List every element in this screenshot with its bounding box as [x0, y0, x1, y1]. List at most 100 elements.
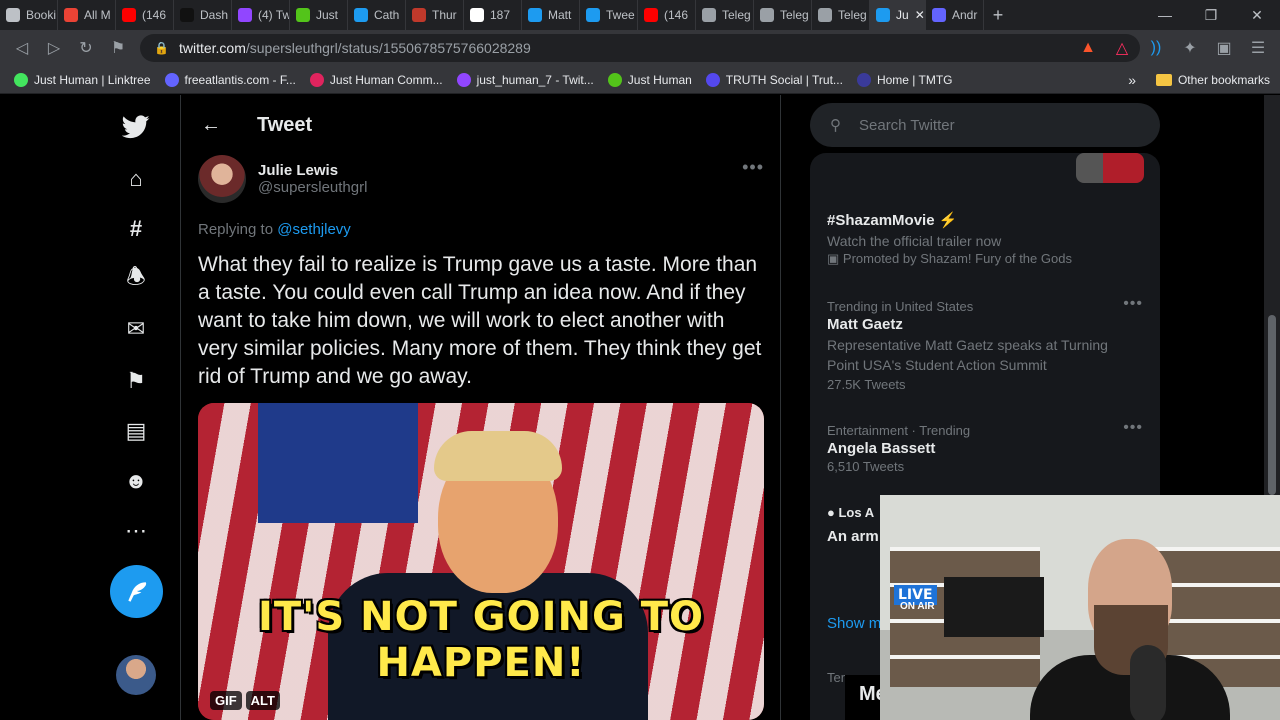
tab-favicon-icon: [932, 8, 946, 22]
bookmark-label: Just Human Comm...: [329, 72, 443, 87]
trend-more-icon[interactable]: •••: [1123, 419, 1143, 437]
tab-favicon-icon: [296, 8, 310, 22]
tab-favicon-icon: [354, 8, 368, 22]
minimize-icon[interactable]: —: [1142, 0, 1188, 30]
lists-icon[interactable]: ▤: [116, 411, 156, 451]
trend-more-icon[interactable]: •••: [1123, 295, 1143, 313]
browser-tab[interactable]: Teleg: [754, 0, 812, 30]
browser-tab[interactable]: Teleg: [812, 0, 870, 30]
browser-tab[interactable]: Andr: [926, 0, 984, 30]
tab-favicon-icon: [470, 8, 484, 22]
trend-topic: Matt Gaetz: [827, 316, 903, 333]
show-more-link[interactable]: Show m: [827, 615, 881, 632]
bookmark-item[interactable]: freeatlantis.com - F...: [164, 72, 296, 87]
browser-tab[interactable]: Thur: [406, 0, 464, 30]
bookmark-label: freeatlantis.com - F...: [184, 72, 296, 87]
search-placeholder: Search Twitter: [859, 116, 955, 134]
browser-tab[interactable]: Dash: [174, 0, 232, 30]
back-arrow-icon[interactable]: ←: [201, 114, 221, 137]
replying-mention-link[interactable]: @sethjlevy: [277, 221, 351, 238]
new-tab-icon[interactable]: +: [984, 5, 1012, 26]
webcam-tv: [944, 577, 1044, 637]
restore-icon[interactable]: ❐: [1188, 0, 1234, 30]
menu-icon[interactable]: ☰: [1242, 32, 1274, 64]
tweet-more-icon[interactable]: •••: [742, 157, 764, 178]
tab-favicon-icon: [6, 8, 20, 22]
close-window-icon[interactable]: ✕: [1234, 0, 1280, 30]
messages-envelope-icon[interactable]: ✉: [116, 309, 156, 349]
tab-label: (146: [664, 8, 689, 22]
browser-tab[interactable]: 187: [464, 0, 522, 30]
alt-badge[interactable]: ALT: [245, 691, 280, 710]
brave-shield-icon[interactable]: ▲: [1072, 32, 1104, 64]
browser-tab[interactable]: Cath: [348, 0, 406, 30]
browser-tab[interactable]: Booki: [0, 0, 58, 30]
search-input[interactable]: ⚲ Search Twitter: [810, 103, 1160, 147]
browser-tab[interactable]: Matt: [522, 0, 580, 30]
browser-tab[interactable]: (4) Tw: [232, 0, 290, 30]
reload-icon[interactable]: ↻: [70, 32, 102, 64]
tweet-gif-media[interactable]: IT'S NOT GOING TO HAPPEN! GIF ALT: [198, 403, 764, 720]
on-air-label: ON AIR: [900, 601, 935, 612]
tab-label: Ju: [896, 8, 909, 22]
browser-tab[interactable]: Teleg: [696, 0, 754, 30]
tab-favicon-icon: [238, 8, 252, 22]
twitter-logo-icon[interactable]: [116, 107, 156, 147]
extensions-icon[interactable]: ✦: [1174, 32, 1206, 64]
tweet-column: ← Tweet Julie Lewis @supersleuthgrl ••• …: [180, 95, 781, 720]
browser-tab[interactable]: Twee: [580, 0, 638, 30]
news-source[interactable]: ● Los A: [827, 505, 874, 520]
rewards-icon[interactable]: △: [1106, 32, 1138, 64]
scrollbar-thumb[interactable]: [1268, 315, 1276, 495]
explore-hashtag-icon[interactable]: #: [116, 209, 156, 249]
bookmark-item[interactable]: Just Human | Linktree: [14, 72, 151, 87]
author-avatar[interactable]: [198, 155, 246, 203]
promoted-thumbnail[interactable]: [1076, 153, 1144, 183]
notifications-bell-icon[interactable]: 🕭: [116, 259, 156, 299]
more-circle-icon[interactable]: ⋯: [116, 511, 156, 551]
forward-nav-icon[interactable]: ▷: [38, 32, 70, 64]
sound-icon[interactable]: )): [1140, 32, 1172, 64]
trend-meta: Trending in United States: [827, 299, 974, 314]
bookmark-item[interactable]: just_human_7 - Twit...: [456, 72, 594, 87]
close-tab-icon[interactable]: ✕: [915, 8, 925, 22]
browser-tab[interactable]: Ju ✕: [870, 0, 926, 30]
bookmarks-overflow-icon[interactable]: »: [1128, 72, 1136, 88]
wallet-icon[interactable]: ▣: [1208, 32, 1240, 64]
browser-toolbar: ◁ ▷ ↻ ⚑ 🔒 twitter.com/supersleuthgrl/sta…: [0, 30, 1280, 66]
browser-tab-strip: Booki All M (146 Dash (4) Tw Just Cath Thur 187 M…: [0, 0, 1280, 30]
bookmark-favicon-icon: [14, 72, 28, 87]
bookmark-item[interactable]: Home | TMTG: [856, 72, 953, 87]
trend-item[interactable]: ••• Trending in United States Matt Gaetz…: [827, 295, 1143, 392]
account-avatar[interactable]: [116, 655, 156, 695]
compose-tweet-button[interactable]: [110, 565, 163, 618]
bookmark-label: just_human_7 - Twit...: [476, 72, 594, 87]
author-name[interactable]: Julie Lewis: [258, 162, 367, 179]
promoted-trend[interactable]: #ShazamMovie ⚡ Watch the official traile…: [827, 209, 1143, 267]
bookmark-item[interactable]: Just Human: [607, 72, 692, 87]
bookmark-label: Just Human | Linktree: [34, 72, 151, 87]
bookmark-favicon-icon: [705, 72, 720, 87]
browser-tab[interactable]: All M: [58, 0, 116, 30]
footer-terms-link[interactable]: Ter: [827, 670, 845, 685]
home-icon[interactable]: ⌂: [116, 159, 156, 199]
news-headline[interactable]: An arm place o stunnin: [827, 527, 887, 547]
bookmark-item[interactable]: Just Human Comm...: [309, 72, 443, 87]
tab-label: Teleg: [780, 8, 809, 22]
tweet-author[interactable]: Julie Lewis @supersleuthgrl: [198, 155, 367, 203]
browser-tab[interactable]: (146: [638, 0, 696, 30]
tab-label: Matt: [548, 8, 572, 22]
browser-tab[interactable]: (146: [116, 0, 174, 30]
profile-icon[interactable]: ☻: [116, 461, 156, 501]
trend-item[interactable]: ••• Entertainment · Trending Angela Bass…: [827, 419, 1143, 474]
bookmarks-icon[interactable]: ⚑: [116, 361, 156, 401]
browser-tab[interactable]: Just: [290, 0, 348, 30]
gif-caption: IT'S NOT GOING TO HAPPEN!: [257, 594, 705, 686]
tab-label: Dash: [200, 8, 229, 22]
address-bar[interactable]: 🔒 twitter.com/supersleuthgrl/status/1550…: [140, 34, 1140, 62]
bookmark-item[interactable]: TRUTH Social | Trut...: [705, 72, 843, 87]
bookmark-page-icon[interactable]: ⚑: [102, 32, 134, 64]
other-bookmarks[interactable]: Other bookmarks: [1155, 73, 1270, 87]
back-nav-icon[interactable]: ◁: [6, 32, 38, 64]
author-handle[interactable]: @supersleuthgrl: [258, 179, 367, 196]
